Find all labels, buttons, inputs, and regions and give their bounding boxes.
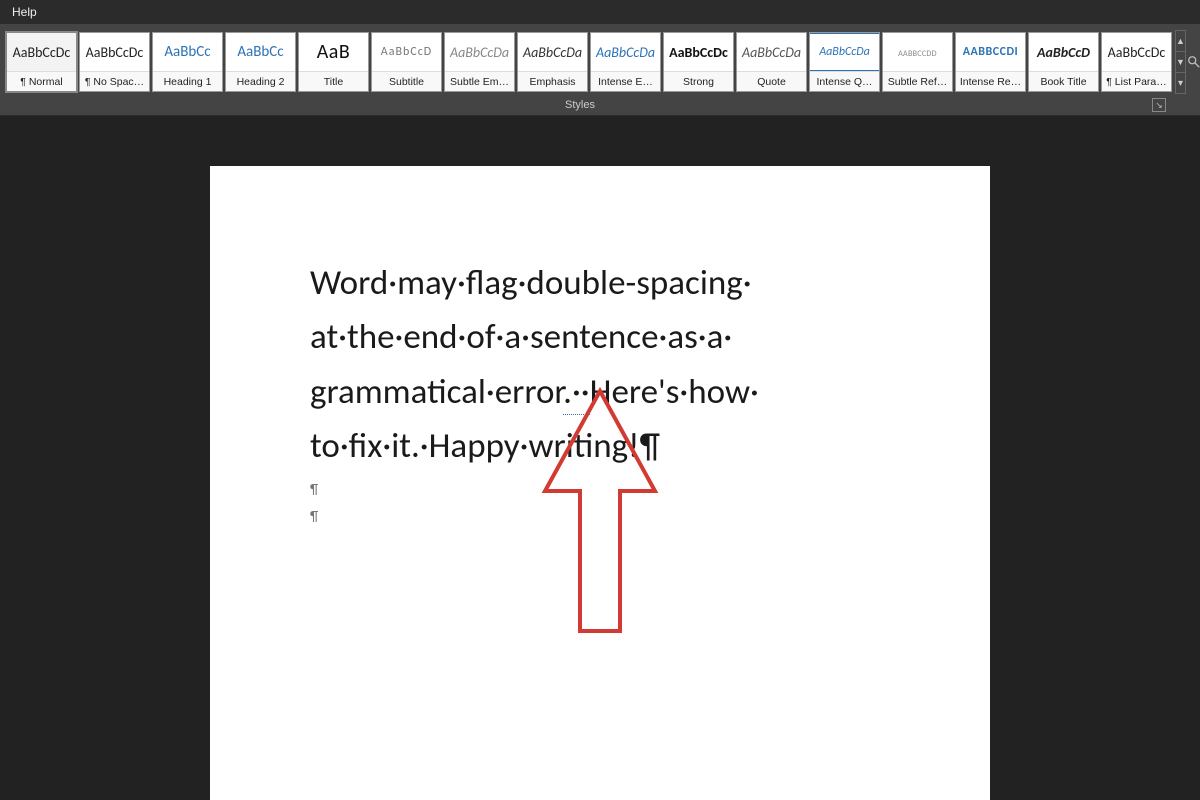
styles-gallery-scroll: ▲ ▼ ▾: [1175, 30, 1186, 94]
document-page[interactable]: Word·may·flag·double-spacing· at·the·end…: [210, 166, 990, 800]
style-label: Subtle Em…: [445, 71, 514, 91]
styles-dialog-launcher-icon[interactable]: ↘: [1152, 98, 1166, 112]
style-preview: AaB: [299, 33, 368, 71]
style-tile--no-spac-[interactable]: AaBbCcDc¶ No Spac…: [79, 32, 150, 92]
style-preview: AaBbCcDa: [810, 33, 879, 71]
style-tile-subtle-ref-[interactable]: AABBCCDDSubtle Ref…: [882, 32, 953, 92]
style-label: Intense Q…: [810, 71, 879, 91]
style-label: Intense Re…: [956, 71, 1025, 91]
gallery-more-icon[interactable]: ▾: [1176, 73, 1185, 93]
document-area: Word·may·flag·double-spacing· at·the·end…: [0, 116, 1200, 800]
style-preview: AaBbCcDc: [1102, 33, 1171, 71]
menu-bar: Help: [0, 0, 1200, 24]
style-tile-intense-q-[interactable]: AaBbCcDaIntense Q…: [809, 32, 880, 92]
style-preview: AaBbCcDa: [737, 33, 806, 71]
style-label: Intense E…: [591, 71, 660, 91]
style-label: Heading 1: [153, 71, 222, 91]
style-preview: AaBbCcD: [1029, 33, 1098, 71]
style-label: Quote: [737, 71, 806, 91]
style-label: ¶ List Para…: [1102, 71, 1171, 91]
empty-paragraph-mark[interactable]: ¶: [310, 506, 900, 527]
style-label: Strong: [664, 71, 733, 91]
style-label: Title: [299, 71, 368, 91]
style-tile-heading-1[interactable]: AaBbCcHeading 1: [152, 32, 223, 92]
style-preview: AaBbCcD: [372, 33, 441, 71]
style-preview: AABBCCDD: [883, 33, 952, 71]
empty-paragraph-mark[interactable]: ¶: [310, 479, 900, 500]
style-preview: AaBbCc: [226, 33, 295, 71]
style-preview: AaBbCcDc: [80, 33, 149, 71]
gallery-down-arrow-icon[interactable]: ▼: [1176, 52, 1185, 73]
style-preview: AaBbCcDa: [445, 33, 514, 71]
find-icon[interactable]: [1186, 54, 1200, 70]
style-label: Emphasis: [518, 71, 587, 91]
style-tile-quote[interactable]: AaBbCcDaQuote: [736, 32, 807, 92]
style-tile-book-title[interactable]: AaBbCcDBook Title: [1028, 32, 1099, 92]
style-tile-heading-2[interactable]: AaBbCcHeading 2: [225, 32, 296, 92]
menu-help[interactable]: Help: [6, 3, 43, 21]
styles-group-label: Styles: [0, 99, 1160, 111]
style-label: ¶ No Spac…: [80, 71, 149, 91]
style-label: Heading 2: [226, 71, 295, 91]
style-label: Subtle Ref…: [883, 71, 952, 91]
grammar-flagged-span[interactable]: .··: [563, 371, 590, 415]
style-label: Subtitle: [372, 71, 441, 91]
style-preview: AaBbCc: [153, 33, 222, 71]
style-tile-intense-re-[interactable]: AABBCCDIIntense Re…: [955, 32, 1026, 92]
style-tile-subtitle[interactable]: AaBbCcDSubtitle: [371, 32, 442, 92]
style-preview: AABBCCDI: [956, 33, 1025, 71]
styles-gallery: AaBbCcDc¶ NormalAaBbCcDc¶ No Spac…AaBbCc…: [4, 30, 1174, 94]
style-tile--normal[interactable]: AaBbCcDc¶ Normal: [6, 32, 77, 92]
style-tile-intense-e-[interactable]: AaBbCcDaIntense E…: [590, 32, 661, 92]
style-tile-title[interactable]: AaBTitle: [298, 32, 369, 92]
ribbon-group-label-row: Styles ↘: [0, 94, 1200, 116]
style-label: Book Title: [1029, 71, 1098, 91]
style-preview: AaBbCcDa: [591, 33, 660, 71]
style-preview: AaBbCcDc: [664, 33, 733, 71]
style-tile--list-para-[interactable]: AaBbCcDc¶ List Para…: [1101, 32, 1172, 92]
style-tile-emphasis[interactable]: AaBbCcDaEmphasis: [517, 32, 588, 92]
ribbon-styles: AaBbCcDc¶ NormalAaBbCcDc¶ No Spac…AaBbCc…: [0, 24, 1200, 94]
style-preview: AaBbCcDa: [518, 33, 587, 71]
gallery-up-arrow-icon[interactable]: ▲: [1176, 31, 1185, 52]
style-preview: AaBbCcDc: [7, 33, 76, 71]
style-tile-subtle-em-[interactable]: AaBbCcDaSubtle Em…: [444, 32, 515, 92]
document-paragraph[interactable]: Word·may·flag·double-spacing· at·the·end…: [310, 256, 900, 473]
ribbon-right-icons: [1186, 30, 1200, 94]
style-tile-strong[interactable]: AaBbCcDcStrong: [663, 32, 734, 92]
style-label: ¶ Normal: [7, 71, 76, 91]
